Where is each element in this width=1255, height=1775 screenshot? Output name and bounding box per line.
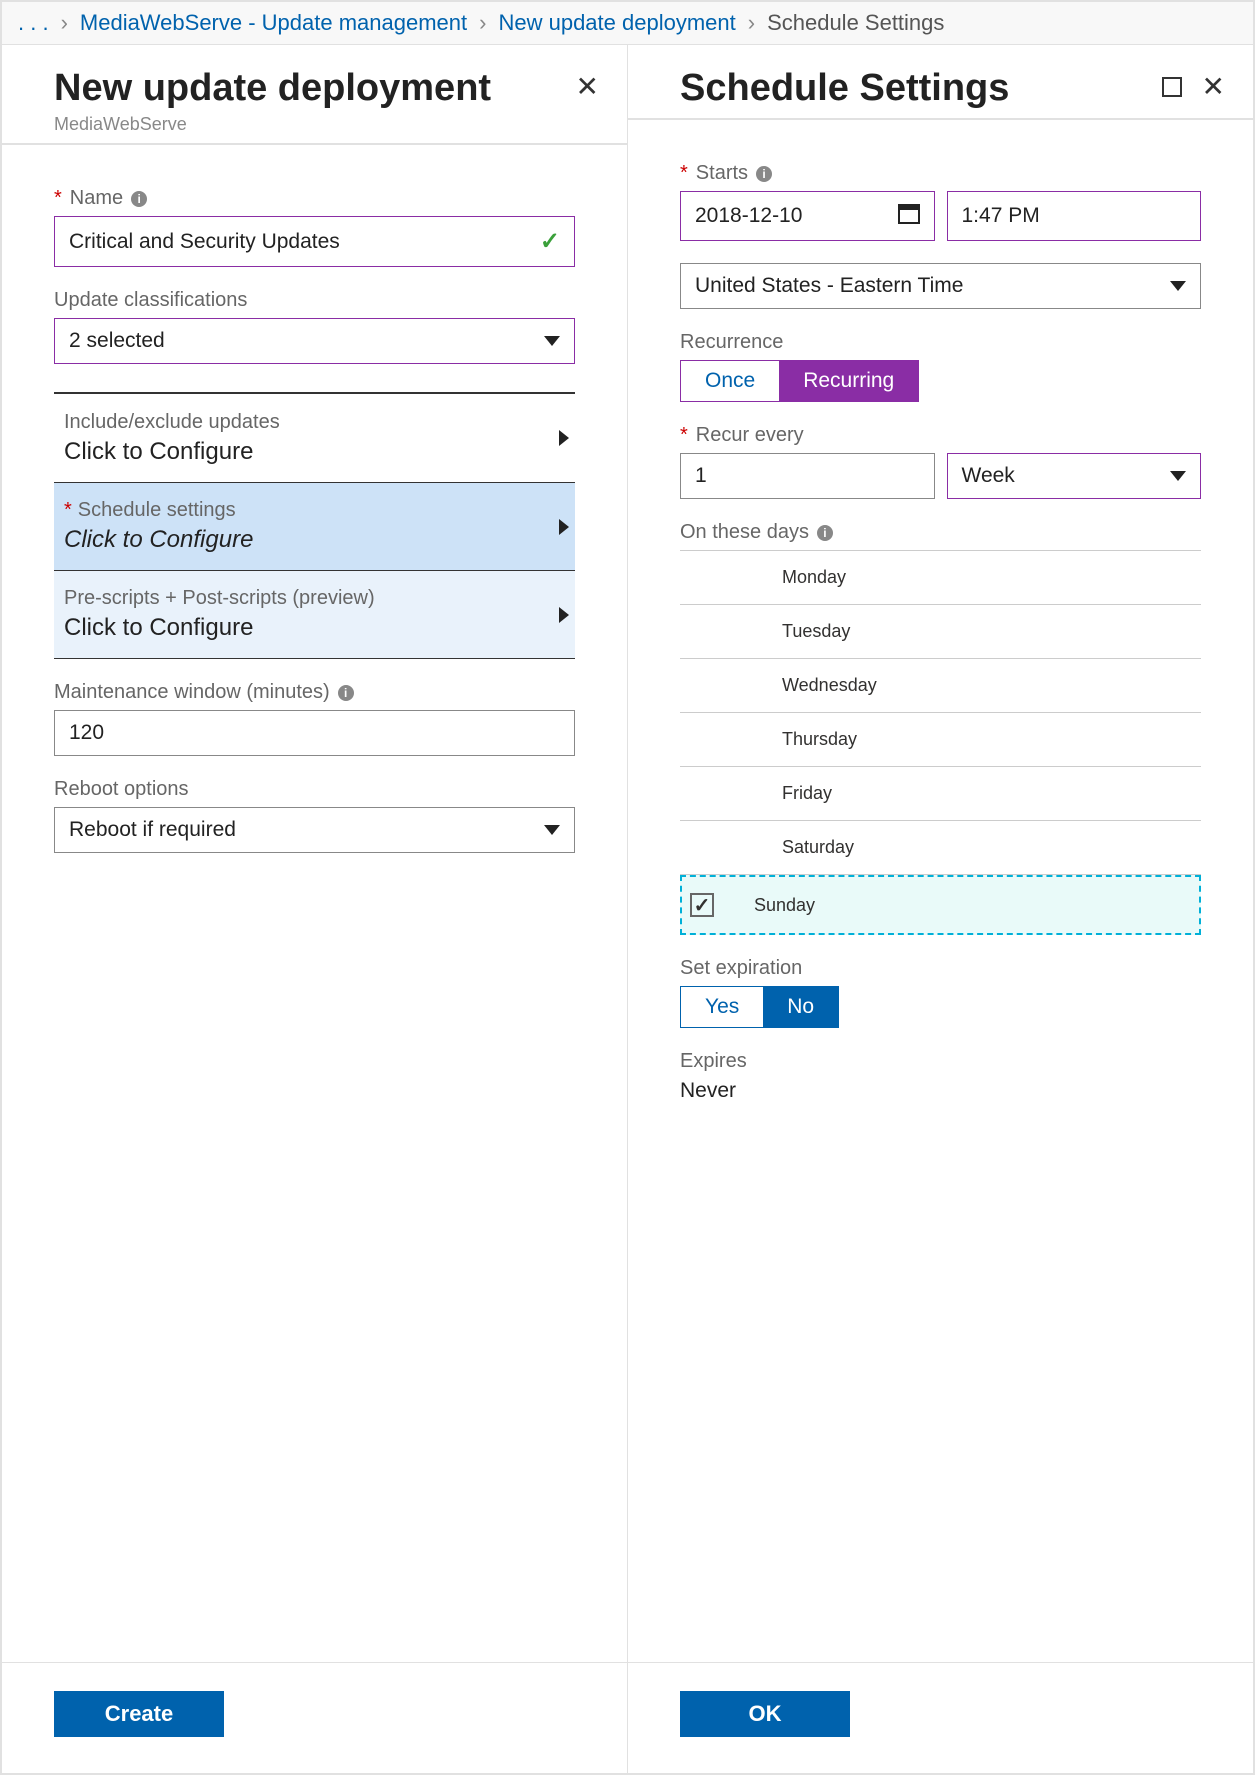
calendar-icon[interactable]	[898, 202, 920, 230]
recurrence-toggle: Once Recurring	[680, 360, 919, 402]
info-icon[interactable]: i	[756, 166, 772, 182]
chevron-right-icon: ›	[748, 10, 755, 36]
set-expiration-label: Set expiration	[680, 957, 1201, 980]
breadcrumb: . . . › MediaWebServe - Update managemen…	[2, 2, 1253, 45]
chevron-down-icon	[1170, 471, 1186, 481]
expires-label: Expires	[680, 1050, 1201, 1073]
chevron-right-icon	[559, 430, 569, 446]
expiration-yes-button[interactable]: Yes	[681, 987, 763, 1027]
on-these-days-label: On these days i	[680, 521, 1201, 544]
info-icon[interactable]: i	[131, 191, 147, 207]
blade-subtitle: MediaWebServe	[54, 114, 491, 135]
recurrence-recurring-button[interactable]: Recurring	[779, 361, 918, 401]
reboot-options-dropdown[interactable]: Reboot if required	[54, 807, 575, 853]
breadcrumb-overflow[interactable]: . . .	[18, 10, 49, 36]
chevron-right-icon	[559, 519, 569, 535]
chevron-right-icon: ›	[479, 10, 486, 36]
expiration-no-button[interactable]: No	[763, 987, 838, 1027]
recurrence-once-button[interactable]: Once	[681, 361, 779, 401]
day-row-wednesday[interactable]: Wednesday	[680, 659, 1201, 713]
breadcrumb-link-update-management[interactable]: MediaWebServe - Update management	[80, 10, 467, 36]
close-icon[interactable]: ✕	[1202, 73, 1225, 101]
scripts-row[interactable]: Pre-scripts + Post-scripts (preview) Cli…	[54, 570, 575, 658]
day-row-friday[interactable]: Friday	[680, 767, 1201, 821]
days-list: Monday Tuesday Wednesday Thursday Friday…	[680, 550, 1201, 935]
chevron-down-icon	[544, 336, 560, 346]
schedule-settings-blade: Schedule Settings ✕ *Starts i 2018-12-10	[628, 45, 1253, 1773]
day-row-monday[interactable]: Monday	[680, 550, 1201, 605]
create-button[interactable]: Create	[54, 1691, 224, 1737]
recur-every-label: *Recur every	[680, 424, 1201, 447]
chevron-down-icon	[1170, 281, 1186, 291]
name-label: *Name i	[54, 187, 575, 210]
classifications-label: Update classifications	[54, 289, 575, 312]
config-list: Include/exclude updates Click to Configu…	[54, 392, 575, 659]
recurrence-label: Recurrence	[680, 331, 1201, 354]
breadcrumb-link-new-update-deployment[interactable]: New update deployment	[498, 10, 735, 36]
breadcrumb-current: Schedule Settings	[767, 10, 944, 36]
maintenance-window-label: Maintenance window (minutes) i	[54, 681, 575, 704]
new-update-deployment-blade: New update deployment MediaWebServe ✕ *N…	[2, 45, 628, 1773]
checkbox-icon[interactable]: ✓	[690, 893, 714, 917]
maximize-icon[interactable]	[1162, 77, 1182, 97]
starts-label: *Starts i	[680, 162, 1201, 185]
maintenance-window-input[interactable]: 120	[54, 710, 575, 756]
start-date-input[interactable]: 2018-12-10	[680, 191, 935, 241]
set-expiration-toggle: Yes No	[680, 986, 839, 1028]
chevron-down-icon	[544, 825, 560, 835]
name-input[interactable]: Critical and Security Updates ✓	[54, 216, 575, 267]
info-icon[interactable]: i	[817, 525, 833, 541]
ok-button[interactable]: OK	[680, 1691, 850, 1737]
classifications-dropdown[interactable]: 2 selected	[54, 318, 575, 364]
expires-value: Never	[680, 1079, 1201, 1103]
timezone-dropdown[interactable]: United States - Eastern Time	[680, 263, 1201, 309]
schedule-settings-row[interactable]: *Schedule settings Click to Configure	[54, 482, 575, 570]
blade-title: Schedule Settings	[680, 67, 1009, 110]
reboot-options-label: Reboot options	[54, 778, 575, 801]
day-row-thursday[interactable]: Thursday	[680, 713, 1201, 767]
check-icon: ✓	[540, 227, 560, 256]
start-time-input[interactable]: 1:47 PM	[947, 191, 1202, 241]
recur-unit-dropdown[interactable]: Week	[947, 453, 1202, 499]
day-row-sunday[interactable]: ✓ Sunday	[680, 875, 1201, 935]
chevron-right-icon	[559, 607, 569, 623]
include-exclude-row[interactable]: Include/exclude updates Click to Configu…	[54, 394, 575, 482]
day-row-saturday[interactable]: Saturday	[680, 821, 1201, 875]
info-icon[interactable]: i	[338, 685, 354, 701]
day-row-tuesday[interactable]: Tuesday	[680, 605, 1201, 659]
chevron-right-icon: ›	[61, 10, 68, 36]
recur-number-input[interactable]: 1	[680, 453, 935, 499]
close-icon[interactable]: ✕	[576, 73, 599, 101]
blade-title: New update deployment	[54, 67, 491, 110]
